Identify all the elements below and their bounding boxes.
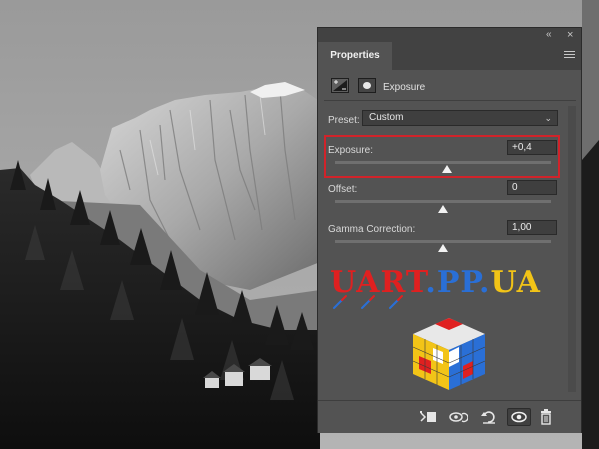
properties-panel: « × Properties Exposure Preset: Custom ⌄… xyxy=(317,27,582,433)
gamma-correction-slider-track[interactable] xyxy=(335,240,551,243)
panel-tab-bar: Properties xyxy=(318,42,581,70)
clip-to-layer-icon[interactable] xyxy=(418,408,438,426)
header-divider xyxy=(324,100,576,101)
offset-slider-track[interactable] xyxy=(335,200,551,203)
exposure-adjustment-icon[interactable] xyxy=(331,78,349,93)
gamma-correction-label: Gamma Correction: xyxy=(328,224,416,235)
adjustment-header: Exposure xyxy=(318,70,581,100)
offset-value-field[interactable]: 0 xyxy=(507,180,557,195)
uart-watermark-logo: UART.PP.UA xyxy=(330,265,541,390)
exposure-slider-track[interactable] xyxy=(335,161,551,164)
close-panel-icon[interactable]: × xyxy=(567,29,573,41)
preset-label: Preset: xyxy=(328,115,360,126)
panel-menu-icon[interactable] xyxy=(564,51,575,60)
gamma-correction-slider-thumb[interactable] xyxy=(438,244,448,252)
view-previous-state-icon[interactable] xyxy=(448,408,469,426)
panel-footer xyxy=(318,401,581,433)
offset-label: Offset: xyxy=(328,184,358,195)
chevron-down-icon: ⌄ xyxy=(544,113,552,123)
gamma-correction-value-field[interactable]: 1,00 xyxy=(507,220,557,235)
exposure-value-field[interactable]: +0,4 xyxy=(507,140,557,155)
exposure-slider-thumb[interactable] xyxy=(442,165,452,173)
svg-text:UART.PP.UA: UART.PP.UA xyxy=(330,265,541,300)
exposure-label: Exposure: xyxy=(328,145,374,156)
preset-dropdown[interactable]: Custom ⌄ xyxy=(362,110,558,126)
layer-mask-icon[interactable] xyxy=(358,78,376,93)
offset-slider-thumb[interactable] xyxy=(438,205,448,213)
collapse-panel-icon[interactable]: « xyxy=(546,29,552,41)
tab-properties[interactable]: Properties xyxy=(318,42,392,70)
toggle-visibility-eye-icon[interactable] xyxy=(507,408,531,426)
delete-trash-icon[interactable] xyxy=(536,408,556,426)
adjustment-title: Exposure xyxy=(383,82,426,93)
reset-defaults-icon[interactable] xyxy=(479,408,499,426)
preset-value: Custom xyxy=(369,112,404,123)
panel-title-bar: « × xyxy=(318,28,581,42)
